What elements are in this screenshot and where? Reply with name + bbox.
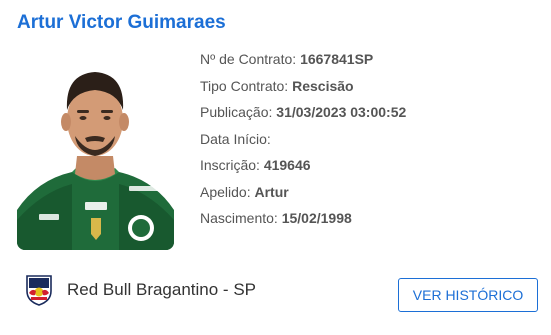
detail-value: 419646 (263, 157, 311, 173)
detail-value: 31/03/2023 03:00:52 (276, 104, 407, 120)
player-name: Artur Victor Guimaraes (17, 12, 226, 33)
player-photo (17, 52, 174, 250)
detail-label: Apelido: (200, 183, 251, 200)
detail-label: Publicação: (200, 104, 273, 120)
detail-value: 15/02/1998 (281, 210, 352, 226)
detail-start-date: Data Início: (200, 130, 540, 157)
detail-registration: Inscrição: 419646 (200, 156, 540, 183)
detail-birth-date: Nascimento: 15/02/1998 (200, 209, 540, 236)
red-bull-bragantino-crest-icon (26, 275, 52, 306)
player-card: Artur Victor Guimaraes Nº de Contrato: 1… (0, 0, 551, 335)
detail-label: Nº de Contrato: (200, 51, 297, 67)
view-history-button[interactable]: VER HISTÓRICO (398, 278, 538, 312)
detail-value: Rescisão (292, 77, 354, 94)
club-info: Red Bull Bragantino - SP (22, 274, 256, 306)
detail-value: 1667841SP (300, 51, 374, 67)
contract-details: Nº de Contrato: 1667841SP Tipo Contrato:… (200, 50, 540, 236)
detail-label: Nascimento: (200, 210, 278, 226)
detail-label: Data Início: (200, 130, 271, 147)
detail-publication: Publicação: 31/03/2023 03:00:52 (200, 103, 540, 130)
detail-label: Inscrição: (200, 157, 260, 173)
detail-nickname: Apelido: Artur (200, 183, 540, 210)
detail-contract-number: Nº de Contrato: 1667841SP (200, 50, 540, 77)
club-name: Red Bull Bragantino - SP (67, 280, 256, 299)
detail-value: Artur (254, 183, 289, 200)
detail-label: Tipo Contrato: (200, 77, 289, 94)
detail-contract-type: Tipo Contrato: Rescisão (200, 77, 540, 104)
